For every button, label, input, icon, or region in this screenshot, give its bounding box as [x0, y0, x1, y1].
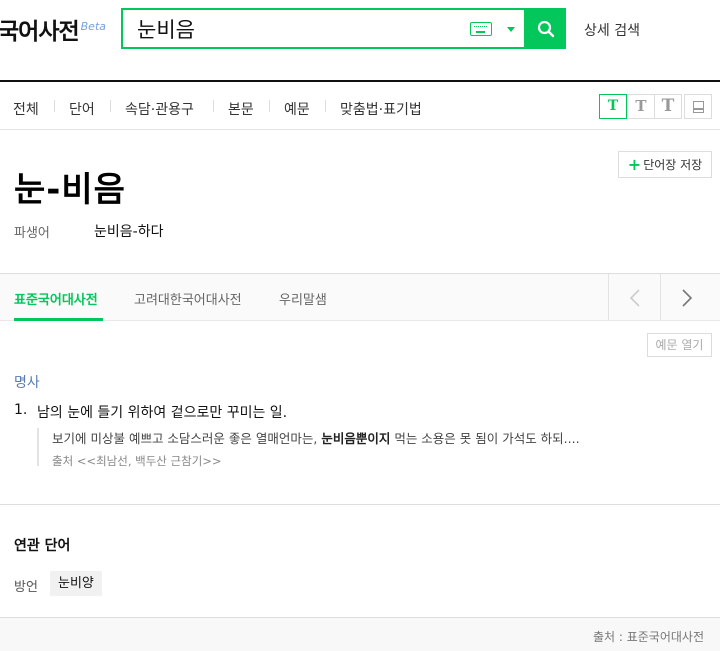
- save-to-wordbook-button[interactable]: + 단어장 저장: [618, 151, 712, 178]
- example-sentence: 보기에 미상불 예쁘고 소담스러운 좋은 열매언마는, 눈비음뿐이지 먹는 소용…: [52, 428, 677, 447]
- next-tab-button[interactable]: [660, 274, 712, 321]
- headword: 눈-비음: [14, 170, 126, 210]
- nav-divider: [110, 100, 111, 112]
- derivative-link[interactable]: 눈비음-하다: [94, 221, 163, 241]
- chevron-down-icon[interactable]: [507, 27, 515, 32]
- related-words-section: 연관 단어 방언 눈비양: [0, 504, 720, 617]
- print-button[interactable]: [684, 94, 712, 119]
- nav-divider: [54, 100, 55, 112]
- logo-text: 국어사전: [0, 19, 80, 45]
- beta-badge: Beta: [80, 20, 107, 34]
- nav-divider: [213, 100, 214, 112]
- nav-item-proverb[interactable]: 속담·관용구: [125, 99, 194, 119]
- category-nav: 전체 단어 속담·관용구 본문 예문 맞춤법·표기법 T T T: [0, 84, 720, 130]
- dictionary-tabs: 표준국어대사전 고려대한국어대사전 우리말샘: [0, 273, 720, 321]
- definition-text: 남의 눈에 들기 위하여 겉으로만 꾸미는 일.: [37, 405, 288, 421]
- search-box: [121, 8, 526, 49]
- part-of-speech: 명사: [14, 375, 40, 391]
- tab-korea-univ-dictionary[interactable]: 고려대한국어대사전: [134, 289, 242, 308]
- search-button[interactable]: [526, 8, 566, 49]
- keyboard-icon[interactable]: [470, 22, 492, 36]
- nav-divider: [325, 100, 326, 112]
- plus-icon: +: [627, 155, 642, 174]
- footer: 출처 : 표준국어대사전: [0, 617, 720, 651]
- chevron-right-icon: [682, 289, 693, 307]
- example-toggle-button[interactable]: 예문 열기: [647, 333, 712, 357]
- derivative-label: 파생어: [14, 226, 50, 241]
- example-block: 보기에 미상불 예쁘고 소담스러운 좋은 열매언마는, 눈비음뿐이지 먹는 소용…: [37, 428, 677, 468]
- save-label: 단어장 저장: [643, 158, 703, 172]
- related-dialect-label: 방언: [14, 580, 38, 595]
- chevron-left-icon: [629, 289, 640, 307]
- nav-item-all[interactable]: 전체: [13, 99, 39, 119]
- prev-tab-button[interactable]: [608, 274, 660, 321]
- font-size-small-button[interactable]: T: [599, 94, 627, 119]
- detail-search-link[interactable]: 상세 검색: [584, 20, 640, 40]
- example-text-after: 먹는 소용은 못 됨이 가석도 하되....: [390, 431, 580, 446]
- tab-standard-dictionary[interactable]: 표준국어대사전: [14, 289, 98, 308]
- font-size-medium-button[interactable]: T: [627, 94, 655, 119]
- nav-item-body[interactable]: 본문: [228, 99, 254, 119]
- nav-item-example[interactable]: 예문: [284, 99, 310, 119]
- nav-item-spelling[interactable]: 맞춤법·표기법: [340, 99, 422, 119]
- example-text-before: 보기에 미상불 예쁘고 소담스러운 좋은 열매언마는,: [52, 431, 322, 446]
- example-highlight: 눈비음뿐이지: [321, 431, 391, 446]
- header: 국어사전Beta 상세 검색: [0, 0, 720, 82]
- related-word-chip[interactable]: 눈비양: [50, 571, 102, 596]
- related-words-title: 연관 단어: [14, 538, 71, 554]
- print-icon: [692, 101, 704, 113]
- logo[interactable]: 국어사전 Beta: [0, 12, 106, 46]
- tab-urimalsaem[interactable]: 우리말샘: [279, 289, 327, 308]
- font-size-large-button[interactable]: T: [654, 94, 682, 119]
- definition-number: 1.: [14, 402, 28, 418]
- footer-source: 출처 : 표준국어대사전: [592, 630, 704, 644]
- search-input[interactable]: [137, 15, 457, 43]
- nav-item-word[interactable]: 단어: [69, 99, 95, 119]
- search-icon: [537, 20, 555, 38]
- example-source: 출처 <<최남선, 백두산 근참기>>: [52, 454, 222, 468]
- nav-divider: [269, 100, 270, 112]
- active-tab-indicator: [14, 318, 103, 321]
